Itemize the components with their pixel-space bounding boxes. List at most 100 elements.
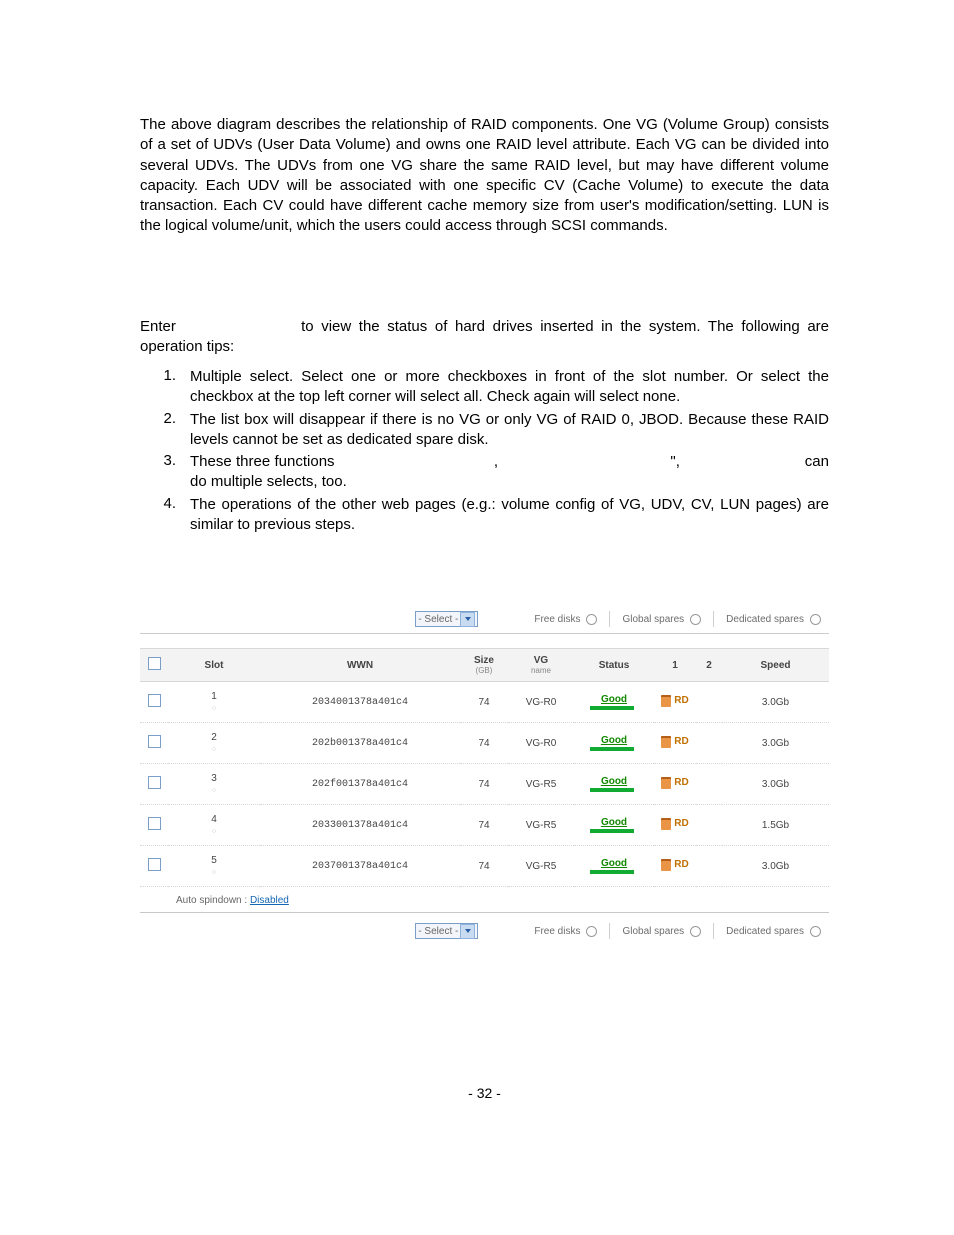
col-slot: Slot bbox=[168, 649, 260, 682]
col2-cell bbox=[696, 682, 722, 723]
tips-list: 1. Multiple select. Select one or more c… bbox=[140, 367, 829, 535]
tip-item: 3. These three functions , ", can do mul… bbox=[140, 452, 829, 493]
status-cell: Good bbox=[574, 764, 654, 805]
slot-cell[interactable]: 4 bbox=[168, 805, 260, 846]
radio-icon bbox=[690, 614, 701, 625]
tip-item: 2. The list box will disappear if there … bbox=[140, 410, 829, 451]
dedicated-spares-button[interactable]: Dedicated spares bbox=[718, 611, 829, 627]
health-bar bbox=[590, 829, 638, 833]
status-link[interactable]: Good bbox=[601, 817, 627, 828]
size-cell: 74 bbox=[460, 764, 508, 805]
radio-icon bbox=[810, 614, 821, 625]
tip-text: Multiple select. Select one or more chec… bbox=[190, 367, 829, 408]
status-link[interactable]: Good bbox=[601, 776, 627, 787]
global-spares-button[interactable]: Global spares bbox=[614, 923, 709, 939]
speed-cell: 3.0Gb bbox=[722, 846, 829, 887]
speed-cell: 1.5Gb bbox=[722, 805, 829, 846]
slot-cell[interactable]: 3 bbox=[168, 764, 260, 805]
col-size-sub: (GB) bbox=[462, 666, 506, 675]
col-vg-label: VG bbox=[534, 655, 548, 666]
health-bar bbox=[590, 870, 638, 874]
vg-select-label: - Select - bbox=[418, 926, 458, 937]
radio-icon bbox=[690, 926, 701, 937]
col-vg: VG name bbox=[508, 649, 574, 682]
select-all-checkbox[interactable] bbox=[148, 657, 161, 670]
size-cell: 74 bbox=[460, 682, 508, 723]
radio-icon bbox=[810, 926, 821, 937]
status-link[interactable]: Good bbox=[601, 858, 627, 869]
col1-cell: RD bbox=[654, 682, 696, 723]
auto-spindown-link[interactable]: Disabled bbox=[250, 895, 289, 906]
table-row: 52037001378a401c474VG-R5GoodRD3.0Gb bbox=[140, 846, 829, 887]
row-checkbox[interactable] bbox=[148, 858, 161, 871]
disk-panel: - Select - Free disks Global spares Dedi… bbox=[140, 605, 829, 945]
status-cell: Good bbox=[574, 682, 654, 723]
col-wwn: WWN bbox=[260, 649, 460, 682]
disk-icon bbox=[661, 695, 671, 707]
auto-spindown-label: Auto spindown : bbox=[176, 895, 250, 906]
size-cell: 74 bbox=[460, 805, 508, 846]
rd-badge: RD bbox=[661, 818, 688, 830]
enter-line: Enter to view the status of hard drives … bbox=[140, 317, 829, 358]
col-vg-sub: name bbox=[510, 666, 572, 675]
free-disks-label: Free disks bbox=[534, 614, 580, 625]
auto-spindown-row: Auto spindown : Disabled bbox=[140, 887, 829, 908]
chevron-down-icon bbox=[460, 612, 475, 627]
tip-number: 2. bbox=[140, 410, 190, 451]
row-checkbox[interactable] bbox=[148, 735, 161, 748]
slot-menu-icon bbox=[170, 744, 258, 754]
disk-icon bbox=[661, 777, 671, 789]
wwn-cell: 202b001378a401c4 bbox=[260, 723, 460, 764]
radio-icon bbox=[586, 926, 597, 937]
slot-cell[interactable]: 2 bbox=[168, 723, 260, 764]
status-link[interactable]: Good bbox=[601, 694, 627, 705]
wwn-cell: 2037001378a401c4 bbox=[260, 846, 460, 887]
vg-select-label: - Select - bbox=[418, 614, 458, 625]
chevron-down-icon bbox=[460, 924, 475, 939]
tip-text: These three functions , ", can do multip… bbox=[190, 452, 829, 493]
slot-cell[interactable]: 1 bbox=[168, 682, 260, 723]
free-disks-label: Free disks bbox=[534, 926, 580, 937]
intro-paragraph: The above diagram describes the relation… bbox=[140, 115, 829, 237]
dedicated-spares-label: Dedicated spares bbox=[726, 926, 804, 937]
slot-number: 1 bbox=[170, 691, 258, 702]
free-disks-button[interactable]: Free disks bbox=[526, 611, 605, 627]
col2-cell bbox=[696, 723, 722, 764]
row-checkbox[interactable] bbox=[148, 817, 161, 830]
col-1: 1 bbox=[654, 649, 696, 682]
col2-cell bbox=[696, 846, 722, 887]
row-checkbox[interactable] bbox=[148, 694, 161, 707]
slot-cell[interactable]: 5 bbox=[168, 846, 260, 887]
vg-select-dropdown[interactable]: - Select - bbox=[415, 611, 478, 627]
radio-icon bbox=[586, 614, 597, 625]
slot-number: 2 bbox=[170, 732, 258, 743]
slot-number: 3 bbox=[170, 773, 258, 784]
health-bar bbox=[590, 788, 638, 792]
speed-cell: 3.0Gb bbox=[722, 723, 829, 764]
page-number: - 32 - bbox=[140, 1085, 829, 1101]
wwn-cell: 2033001378a401c4 bbox=[260, 805, 460, 846]
disk-table: Slot WWN Size (GB) VG name Status 1 2 Sp… bbox=[140, 648, 829, 887]
size-cell: 74 bbox=[460, 723, 508, 764]
vg-select-dropdown[interactable]: - Select - bbox=[415, 923, 478, 939]
dedicated-spares-button[interactable]: Dedicated spares bbox=[718, 923, 829, 939]
col2-cell bbox=[696, 805, 722, 846]
health-bar bbox=[590, 747, 638, 751]
tip-item: 1. Multiple select. Select one or more c… bbox=[140, 367, 829, 408]
global-spares-label: Global spares bbox=[622, 614, 684, 625]
vg-cell: VG-R0 bbox=[508, 723, 574, 764]
global-spares-button[interactable]: Global spares bbox=[614, 611, 709, 627]
table-row: 2202b001378a401c474VG-R0GoodRD3.0Gb bbox=[140, 723, 829, 764]
col-speed: Speed bbox=[722, 649, 829, 682]
status-link[interactable]: Good bbox=[601, 735, 627, 746]
disk-icon bbox=[661, 818, 671, 830]
tip-number: 4. bbox=[140, 495, 190, 536]
col1-cell: RD bbox=[654, 846, 696, 887]
status-cell: Good bbox=[574, 723, 654, 764]
table-row: 42033001378a401c474VG-R5GoodRD1.5Gb bbox=[140, 805, 829, 846]
disk-icon bbox=[661, 859, 671, 871]
bottom-toolbar: - Select - Free disks Global spares Dedi… bbox=[140, 913, 829, 945]
free-disks-button[interactable]: Free disks bbox=[526, 923, 605, 939]
row-checkbox[interactable] bbox=[148, 776, 161, 789]
wwn-cell: 2034001378a401c4 bbox=[260, 682, 460, 723]
